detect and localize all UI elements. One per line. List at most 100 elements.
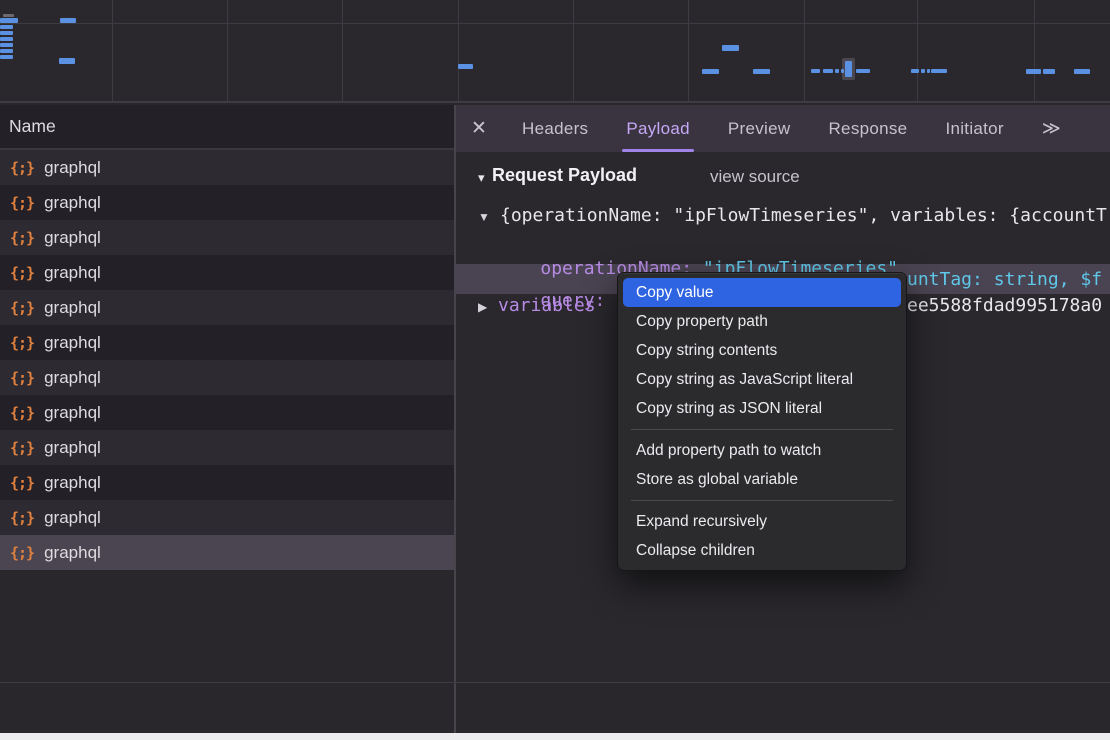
section-collapse-triangle-icon[interactable]: ▾	[478, 170, 485, 186]
tab-initiator[interactable]: Initiator	[941, 105, 1007, 152]
json-braces-icon: {;}	[10, 334, 34, 352]
column-header-name[interactable]: Name	[0, 105, 454, 150]
menu-item-copy-string-as-javascript-literal[interactable]: Copy string as JavaScript literal	[623, 365, 901, 394]
close-icon[interactable]: ✕	[456, 105, 502, 152]
waterfall-bar	[458, 64, 473, 69]
menu-separator	[631, 429, 893, 430]
context-menu: Copy valueCopy property pathCopy string …	[617, 272, 907, 571]
waterfall-bar	[0, 55, 13, 59]
waterfall-bar	[1074, 69, 1090, 74]
request-name-label: graphql	[44, 473, 101, 493]
waterfall-bar	[0, 49, 13, 53]
menu-item-copy-string-as-json-literal[interactable]: Copy string as JSON literal	[623, 394, 901, 423]
requests-table: Name {;}graphql{;}graphql{;}graphql{;}gr…	[0, 105, 454, 682]
request-name-label: graphql	[44, 543, 101, 563]
grid-line	[458, 0, 459, 101]
waterfall-bar	[59, 58, 75, 64]
waterfall-bar	[0, 18, 18, 23]
menu-item-copy-string-contents[interactable]: Copy string contents	[623, 336, 901, 365]
expander-right-icon[interactable]: ▶	[478, 300, 487, 314]
menu-separator	[631, 500, 893, 501]
request-name-label: graphql	[44, 263, 101, 283]
details-tab-bar: ✕ Headers Payload Preview Response Initiator…	[456, 105, 1110, 152]
menu-item-expand-recursively[interactable]: Expand recursively	[623, 507, 901, 536]
tab-response[interactable]: Response	[824, 105, 911, 152]
grid-line	[917, 0, 918, 101]
payload-preview-line[interactable]: {operationName: "ipFlowTimeseries", vari…	[500, 205, 1110, 226]
table-row[interactable]: {;} graphql	[0, 325, 454, 360]
waterfall-bar	[0, 43, 13, 47]
menu-item-copy-value[interactable]: Copy value	[623, 278, 901, 307]
request-name-label: graphql	[44, 228, 101, 248]
waterfall-bar	[1043, 69, 1055, 74]
table-row[interactable]: {;} graphql	[0, 290, 454, 325]
menu-item-store-as-global-variable[interactable]: Store as global variable	[623, 465, 901, 494]
table-row[interactable]: {;} graphql	[0, 360, 454, 395]
waterfall-bar	[927, 69, 930, 73]
waterfall-bar	[811, 69, 820, 73]
variables-value-continuation: ee5588fdad995178a0	[907, 295, 1110, 316]
menu-item-collapse-children[interactable]: Collapse children	[623, 536, 901, 565]
table-row[interactable]: {;} graphql	[0, 395, 454, 430]
table-row[interactable]: {;} graphql	[0, 185, 454, 220]
waterfall-bar	[0, 31, 13, 35]
waterfall-bar	[911, 69, 919, 73]
waterfall-bar	[856, 69, 870, 73]
grid-line	[112, 0, 113, 101]
json-braces-icon: {;}	[10, 369, 34, 387]
table-row[interactable]: {;}graphql	[0, 150, 454, 185]
table-row[interactable]: {;}graphql	[0, 535, 454, 570]
menu-item-add-property-path-to-watch[interactable]: Add property path to watch	[623, 436, 901, 465]
request-name-label: graphql	[44, 158, 101, 178]
waterfall-bar	[845, 61, 852, 77]
waterfall-bar	[0, 25, 13, 29]
json-braces-icon: {;}	[10, 404, 34, 422]
request-name-label: graphql	[44, 298, 101, 318]
expander-down-icon[interactable]: ▼	[478, 210, 490, 224]
json-braces-icon: {;}	[10, 229, 34, 247]
tab-headers[interactable]: Headers	[518, 105, 592, 152]
request-name-label: graphql	[44, 368, 101, 388]
table-row[interactable]: {;} graphql	[0, 430, 454, 465]
table-row[interactable]: {;} graphql	[0, 255, 454, 290]
waterfall-bar	[722, 45, 739, 51]
more-tabs-icon[interactable]: ≫	[1042, 105, 1059, 152]
view-source-link[interactable]: view source	[710, 167, 800, 187]
window-bottom-edge	[0, 733, 1110, 740]
json-braces-icon: {;}	[10, 264, 34, 282]
request-name-label: graphql	[44, 508, 101, 528]
table-row[interactable]: {;}graphql	[0, 465, 454, 500]
grid-line	[0, 23, 1110, 24]
grid-line	[688, 0, 689, 101]
tab-payload[interactable]: Payload	[622, 105, 694, 152]
waterfall-bar	[921, 69, 925, 73]
waterfall-bar	[60, 18, 76, 23]
table-row[interactable]: {;} graphql	[0, 220, 454, 255]
request-name-label: graphql	[44, 333, 101, 353]
grid-line	[342, 0, 343, 101]
grid-line	[1034, 0, 1035, 101]
tab-preview[interactable]: Preview	[724, 105, 795, 152]
request-name-label: graphql	[44, 403, 101, 423]
waterfall-bar	[835, 69, 839, 73]
waterfall-bar	[823, 69, 833, 73]
network-overview-timeline[interactable]	[0, 0, 1110, 103]
waterfall-bar	[841, 69, 844, 73]
variables-row[interactable]: variables	[498, 295, 596, 316]
request-rows: {;} graphql {;} graphql {;} graphql {;} graphql…	[0, 150, 454, 570]
table-footer-divider	[0, 682, 1110, 683]
request-name-label: graphql	[44, 193, 101, 213]
devtools-network-panel: Name {;}graphql{;}graphql{;}graphql{;}gr…	[0, 0, 1110, 740]
json-braces-icon: {;}	[10, 299, 34, 317]
request-payload-title: Request Payload	[492, 165, 637, 186]
waterfall-bar	[0, 37, 13, 41]
waterfall-bar	[753, 69, 770, 74]
grid-line	[573, 0, 574, 101]
query-value-continuation: untTag: string, $f	[907, 269, 1110, 290]
json-braces-icon: {;}	[10, 194, 34, 212]
table-row[interactable]: {;}graphql	[0, 500, 454, 535]
menu-item-copy-property-path[interactable]: Copy property path	[623, 307, 901, 336]
waterfall-bar	[702, 69, 719, 74]
request-name-label: graphql	[44, 438, 101, 458]
json-braces-icon: {;}	[10, 439, 34, 457]
